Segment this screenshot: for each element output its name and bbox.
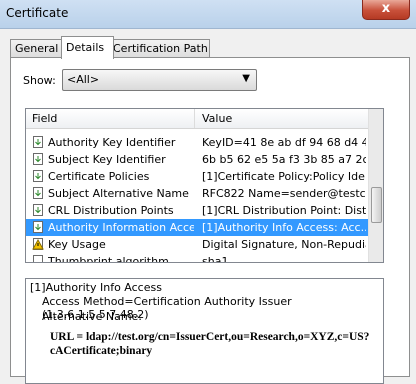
field-value: [1]CRL Distribution Point: Distr... — [202, 204, 366, 217]
document-down-icon — [33, 170, 43, 182]
close-icon: x — [381, 1, 391, 16]
field-name: Subject Key Identifier — [48, 153, 166, 166]
value-details-box[interactable]: [1]Authority Info Access Access Method=C… — [25, 278, 384, 384]
document-down-icon — [33, 221, 43, 233]
show-label: Show: — [23, 74, 56, 87]
document-down-icon — [33, 204, 43, 216]
close-button[interactable]: x — [362, 0, 410, 20]
tab-general[interactable]: General — [10, 39, 62, 58]
field-name: Key Usage — [48, 238, 106, 251]
list-item[interactable]: Thumbprint algorithm sha1 — [26, 253, 369, 263]
field-value: [1]Certificate Policy:Policy Ide... — [202, 170, 366, 183]
details-url: URL = ldap://test.org/cn=IssuerCert,ou=R… — [50, 331, 370, 357]
chevron-down-icon: ▼ — [242, 73, 250, 84]
tab-certification-path[interactable]: Certification Path — [108, 39, 210, 58]
details-alternative-name: Alternative Name: — [42, 310, 143, 323]
window-title: Certificate — [6, 6, 69, 20]
field-value: sha1 — [202, 255, 229, 263]
list-item[interactable]: CRL Distribution Points [1]CRL Distribut… — [26, 202, 369, 219]
field-value: [1]Authority Info Access: Acc... — [202, 221, 366, 234]
field-value: 6b b5 62 e5 5a f3 3b 85 a7 2c ... — [202, 153, 366, 166]
list-item[interactable]: Key Usage Digital Signature, Non-Repudia… — [26, 236, 369, 253]
list-item[interactable]: Subject Alternative Name RFC822 Name=sen… — [26, 185, 369, 202]
document-icon — [33, 255, 43, 262]
document-down-icon — [33, 136, 43, 148]
column-header-field[interactable]: Field — [26, 109, 195, 128]
list-scrollbar[interactable] — [368, 109, 383, 262]
show-dropdown-value: <All> — [67, 73, 100, 86]
list-header: Field Value — [26, 109, 369, 129]
field-name: Certificate Policies — [48, 170, 150, 183]
field-list[interactable]: Field Value Authority Key Identifier Key… — [25, 108, 384, 263]
document-down-icon — [33, 187, 43, 199]
field-value: Digital Signature, Non-Repudia... — [202, 238, 366, 251]
details-title: [1]Authority Info Access — [30, 281, 162, 294]
warning-document-icon — [32, 238, 44, 250]
title-bar[interactable]: Certificate x — [0, 0, 416, 29]
field-name: Authority Key Identifier — [48, 136, 176, 149]
list-item[interactable]: Subject Key Identifier 6b b5 62 e5 5a f3… — [26, 151, 369, 168]
show-dropdown[interactable]: <All> ▼ — [62, 69, 257, 91]
list-item[interactable]: Authority Key Identifier KeyID=41 8e ab … — [26, 134, 369, 151]
field-value: KeyID=41 8e ab df 94 68 d4 4... — [202, 136, 366, 149]
field-name: CRL Distribution Points — [48, 204, 174, 217]
field-name: Subject Alternative Name — [48, 187, 189, 200]
list-item[interactable]: Certificate Policies [1]Certificate Poli… — [26, 168, 369, 185]
field-rows: Authority Key Identifier KeyID=41 8e ab … — [26, 134, 369, 263]
tab-details[interactable]: Details — [61, 36, 114, 59]
document-down-icon — [33, 153, 43, 165]
list-item-selected[interactable]: Authority Information Access [1]Authorit… — [26, 219, 369, 236]
column-header-value[interactable]: Value — [196, 109, 232, 128]
field-name: Authority Information Access — [48, 221, 194, 234]
scrollbar-thumb[interactable] — [371, 187, 382, 223]
field-value: RFC822 Name=sender@testc... — [202, 187, 366, 200]
field-name: Thumbprint algorithm — [48, 255, 169, 263]
